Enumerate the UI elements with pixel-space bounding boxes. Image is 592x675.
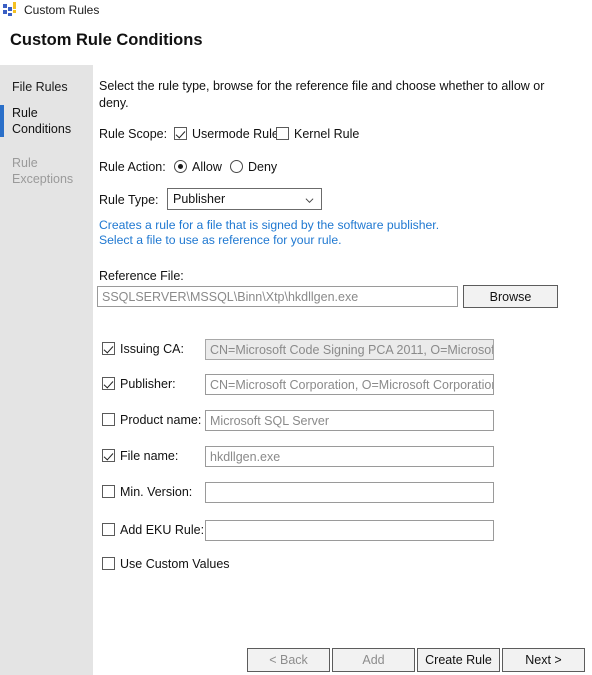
checkbox-box	[102, 485, 115, 498]
checkbox-label: Product name:	[120, 413, 202, 427]
checkbox-label: Issuing CA:	[120, 342, 184, 356]
add-button-label: Add	[362, 653, 385, 667]
create-rule-button-label: Create Rule	[425, 653, 492, 667]
checkbox-kernel-rule[interactable]: Kernel Rule	[276, 127, 359, 141]
sidebar-item-file-rules[interactable]: File Rules	[0, 79, 105, 95]
publisher-input[interactable]: CN=Microsoft Corporation, O=Microsoft Co…	[205, 374, 494, 395]
radio-circle	[230, 160, 243, 173]
checkbox-min-version[interactable]: Min. Version:	[102, 485, 192, 499]
radio-allow[interactable]: Allow	[174, 160, 222, 174]
checkbox-label: File name:	[120, 449, 179, 463]
main-content: Select the rule type, browse for the ref…	[97, 65, 592, 675]
checkbox-box	[102, 377, 115, 390]
window-title: Custom Rules	[24, 3, 100, 17]
rule-action-label: Rule Action:	[99, 160, 166, 174]
checkbox-add-eku-rule[interactable]: Add EKU Rule:	[102, 523, 204, 537]
radio-circle	[174, 160, 187, 173]
sidebar-item-label: File Rules	[12, 80, 68, 94]
reference-file-value: SSQLSERVER\MSSQL\Binn\Xtp\hkdllgen.exe	[102, 289, 359, 304]
add-eku-rule-input[interactable]	[205, 520, 494, 541]
chevron-down-icon	[305, 198, 314, 204]
checkbox-label: Min. Version:	[120, 485, 193, 499]
sidebar-item-label: Rule Conditions	[12, 106, 72, 136]
checkbox-box	[174, 127, 187, 140]
checkbox-file-name[interactable]: File name:	[102, 449, 178, 463]
sidebar-accent-bar	[0, 79, 4, 95]
next-button-label: Next >	[525, 653, 562, 667]
rule-type-dropdown[interactable]: Publisher	[167, 188, 322, 210]
checkbox-product-name[interactable]: Product name:	[102, 413, 201, 427]
sidebar-item-rule-exceptions: Rule Exceptions	[0, 155, 105, 187]
sidebar-accent-bar	[0, 105, 4, 137]
checkbox-use-custom-values[interactable]: Use Custom Values	[102, 557, 230, 571]
sidebar-accent-bar	[0, 155, 4, 187]
radio-deny[interactable]: Deny	[230, 160, 277, 174]
intro-text: Select the rule type, browse for the ref…	[99, 79, 545, 110]
reference-file-input[interactable]: SSQLSERVER\MSSQL\Binn\Xtp\hkdllgen.exe	[97, 286, 458, 307]
file-name-value: hkdllgen.exe	[210, 449, 281, 464]
sidebar-item-label: Rule Exceptions	[12, 156, 74, 186]
window-titlebar: Custom Rules	[0, 0, 592, 20]
radio-label: Deny	[248, 160, 278, 174]
file-name-input[interactable]: hkdllgen.exe	[205, 446, 494, 467]
rule-type-hint: Creates a rule for a file that is signed…	[99, 218, 440, 247]
checkbox-box	[102, 342, 115, 355]
checkbox-usermode-rule[interactable]: Usermode Rule	[174, 127, 279, 141]
back-button-label: < Back	[269, 653, 308, 667]
product-name-value: Microsoft SQL Server	[210, 413, 330, 428]
rule-type-label: Rule Type:	[99, 193, 159, 207]
publisher-value: CN=Microsoft Corporation, O=Microsoft Co…	[210, 377, 494, 392]
create-rule-button[interactable]: Create Rule	[417, 648, 500, 672]
checkbox-label: Use Custom Values	[120, 557, 230, 571]
browse-button[interactable]: Browse	[463, 285, 558, 308]
checkbox-box	[102, 523, 115, 536]
sidebar-item-rule-conditions[interactable]: Rule Conditions	[0, 105, 105, 137]
checkbox-issuing-ca[interactable]: Issuing CA:	[102, 342, 184, 356]
issuing-ca-input[interactable]: CN=Microsoft Code Signing PCA 2011, O=Mi…	[205, 339, 494, 360]
product-name-input[interactable]: Microsoft SQL Server	[205, 410, 494, 431]
radio-label: Allow	[192, 160, 222, 174]
checkbox-box	[102, 413, 115, 426]
back-button[interactable]: < Back	[247, 648, 330, 672]
checkbox-box	[102, 557, 115, 570]
checkbox-box	[276, 127, 289, 140]
checkbox-label: Kernel Rule	[294, 127, 360, 141]
next-button[interactable]: Next >	[502, 648, 585, 672]
checkbox-label: Usermode Rule	[192, 127, 279, 141]
issuing-ca-value: CN=Microsoft Code Signing PCA 2011, O=Mi…	[210, 342, 494, 357]
add-button[interactable]: Add	[332, 648, 415, 672]
rule-type-value: Publisher	[173, 192, 226, 206]
min-version-input[interactable]	[205, 482, 494, 503]
app-shield-icon	[2, 2, 18, 18]
reference-file-label: Reference File:	[99, 269, 184, 283]
checkbox-publisher[interactable]: Publisher:	[102, 377, 176, 391]
wizard-sidebar: File Rules Rule Conditions Rule Exceptio…	[0, 65, 93, 675]
rule-scope-label: Rule Scope:	[99, 127, 168, 141]
page-title: Custom Rule Conditions	[10, 31, 203, 49]
checkbox-label: Publisher:	[120, 377, 176, 391]
browse-button-label: Browse	[489, 289, 532, 304]
checkbox-label: Add EKU Rule:	[120, 523, 205, 537]
checkbox-box	[102, 449, 115, 462]
